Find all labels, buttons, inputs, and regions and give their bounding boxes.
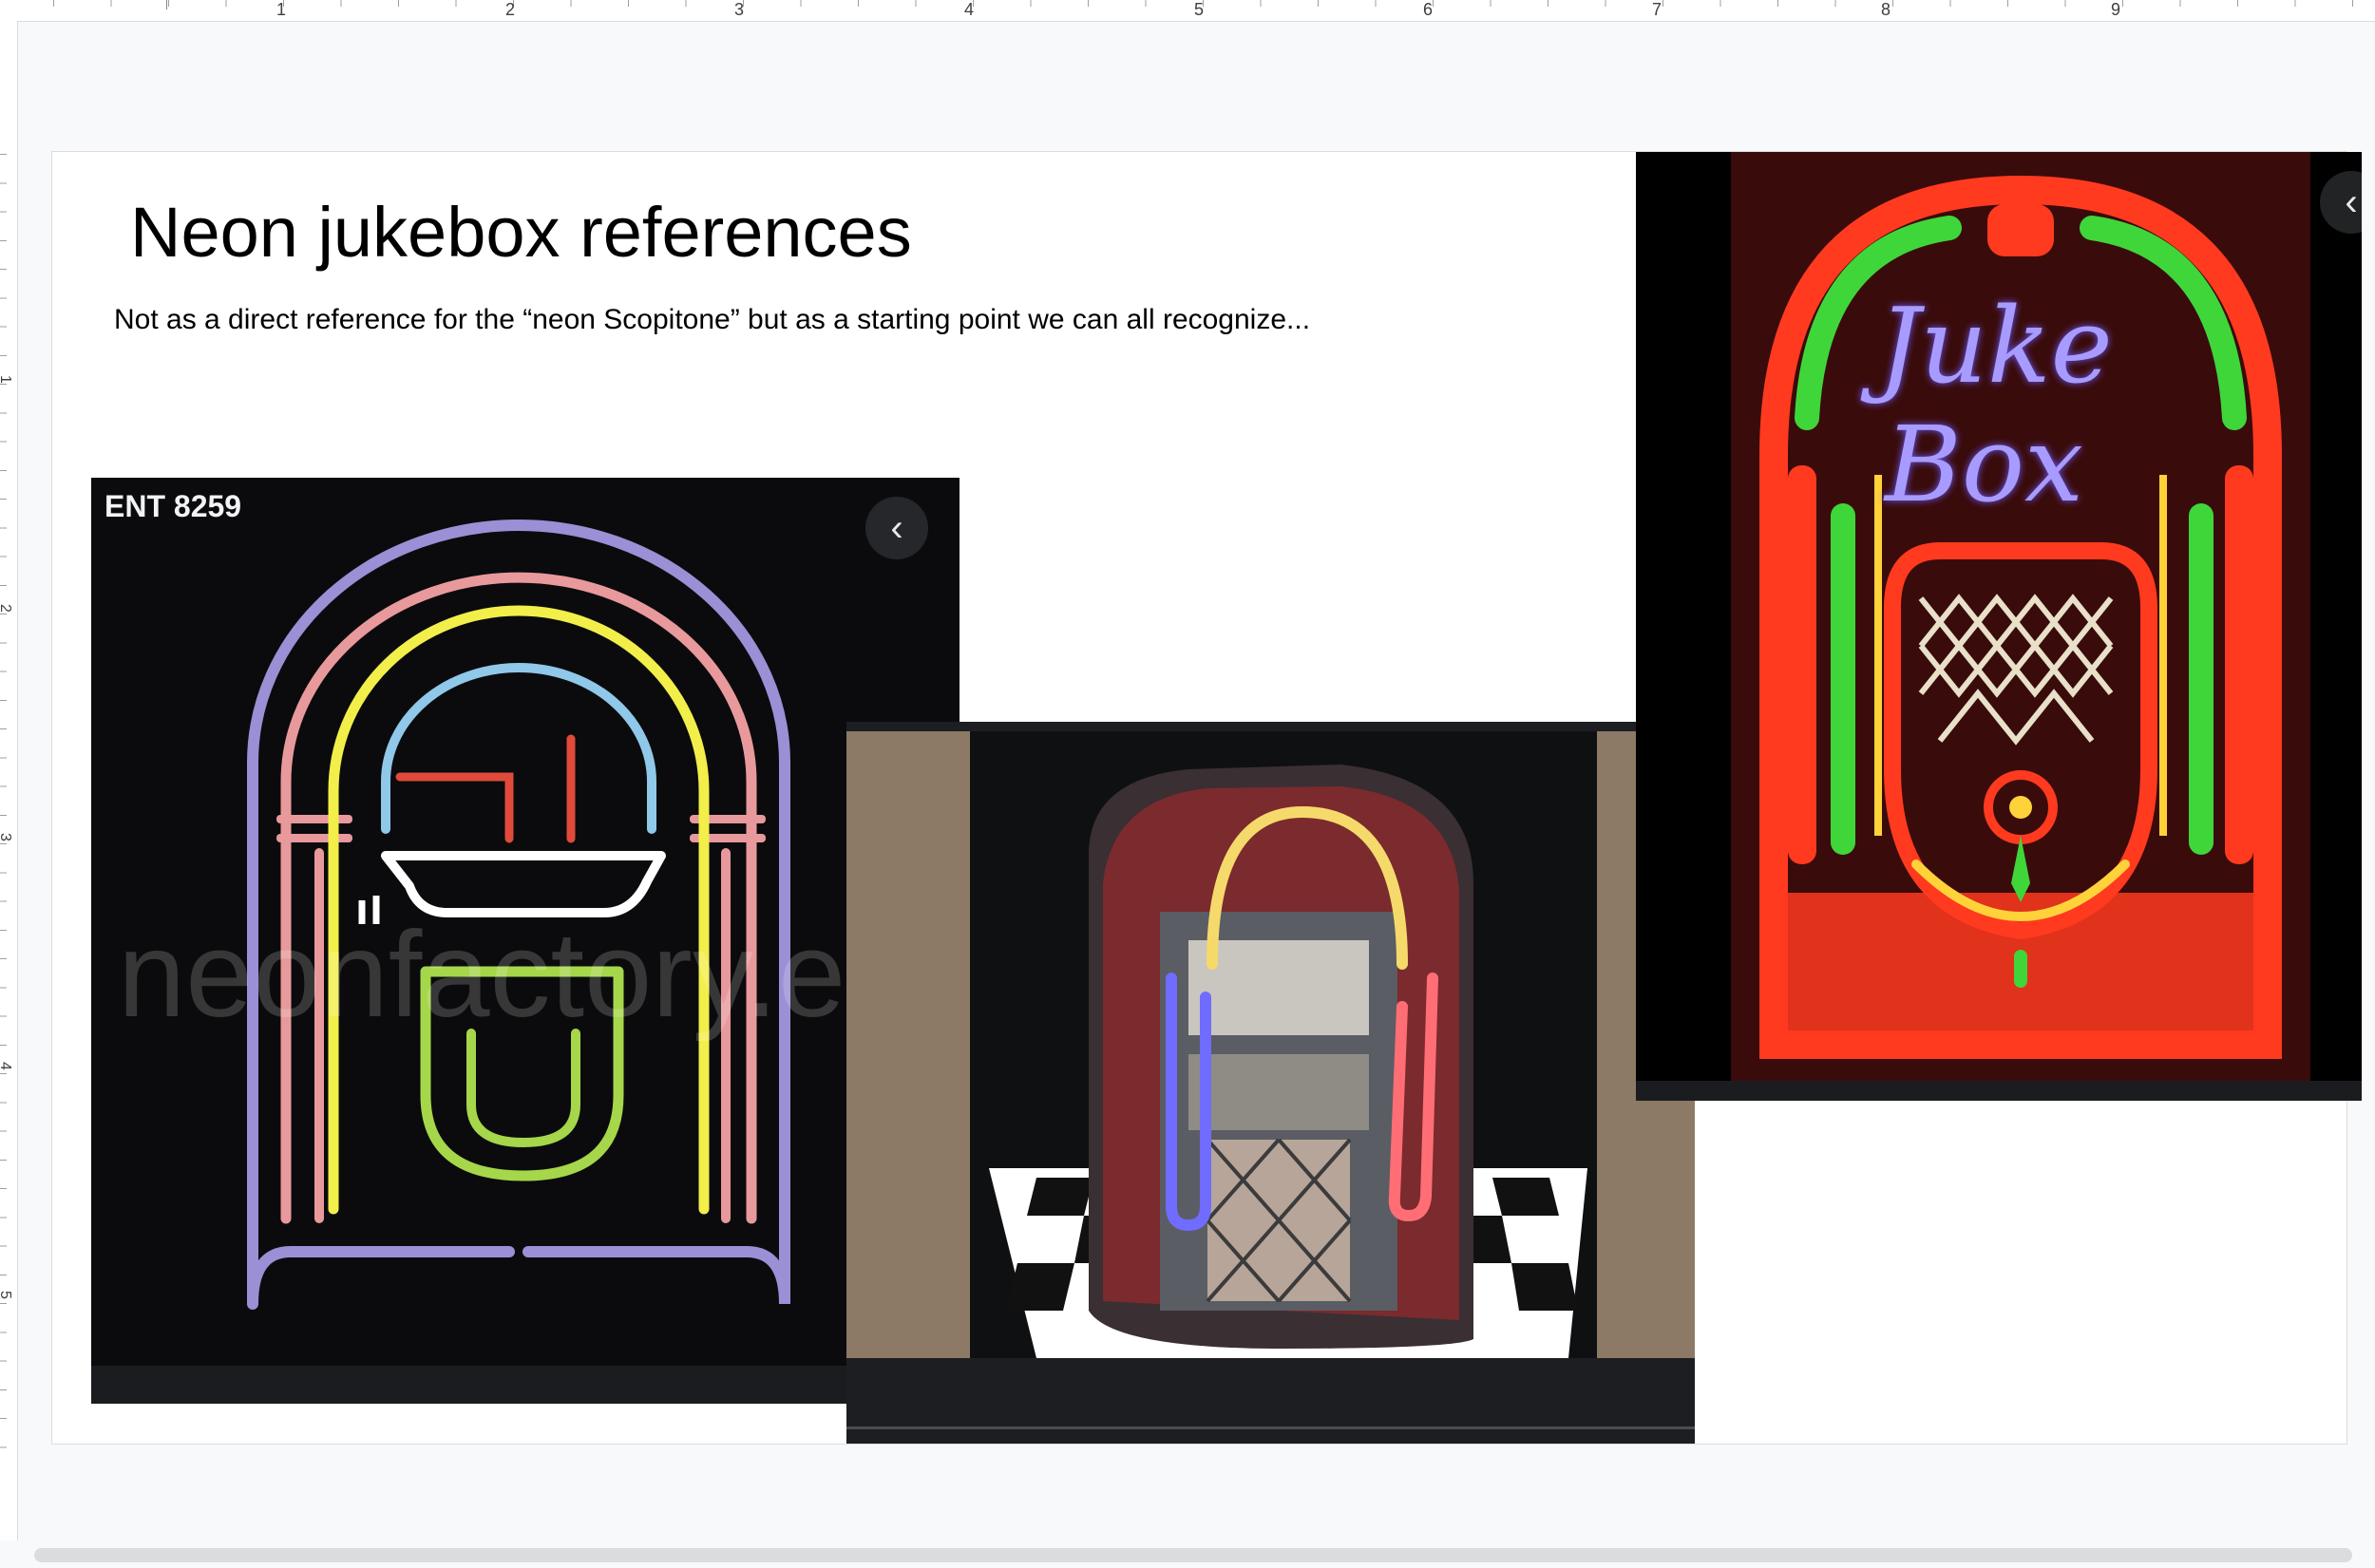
- jukebox-photo-center[interactable]: [846, 722, 1695, 1444]
- ruler-label: 2: [504, 0, 516, 19]
- ruler-ticks: [0, 154, 17, 1464]
- juke-box-neon-sign-image[interactable]: Juke Box ‹: [1636, 152, 2362, 1101]
- slide-subtitle[interactable]: Not as a direct reference for the “neon …: [114, 304, 1310, 336]
- sign-text-box: Box: [1885, 404, 2084, 525]
- slide-title[interactable]: Neon jukebox references: [130, 192, 912, 273]
- neon-jukebox-image-left[interactable]: ENT 8259 neonfactory.e ‹: [91, 478, 960, 1404]
- horizontal-scrollbar[interactable]: [34, 1548, 2352, 1562]
- ruler-label: 1: [276, 0, 287, 19]
- image-label: ENT 8259: [104, 489, 242, 523]
- ruler-ticks: [53, 0, 2375, 21]
- ruler-label: 2: [0, 604, 13, 613]
- ruler-major-tick: [166, 0, 167, 9]
- ruler-label: 6: [1422, 0, 1434, 19]
- horizontal-ruler[interactable]: 1 2 3 4 5 6 7 8 9: [0, 0, 2375, 22]
- ruler-label: 3: [0, 833, 13, 841]
- ruler-label: 5: [1193, 0, 1205, 19]
- vertical-ruler[interactable]: 1 2 3 4 5: [0, 21, 18, 1540]
- chevron-left-icon: ‹: [2345, 181, 2358, 223]
- jukebox-photo-drawing: [846, 731, 1695, 1444]
- sign-text-juke: Juke: [1878, 285, 2113, 406]
- slide-canvas[interactable]: Neon jukebox references Not as a direct …: [52, 152, 2362, 1444]
- ruler-label: 3: [733, 0, 745, 19]
- ruler-label: 8: [1880, 0, 1891, 19]
- ruler-label: 4: [0, 1062, 13, 1070]
- ruler-label: 9: [2110, 0, 2121, 19]
- image-back-button[interactable]: ‹: [865, 497, 928, 559]
- ruler-label: 1: [0, 375, 13, 384]
- chevron-left-icon: ‹: [890, 507, 903, 549]
- ruler-label: 4: [963, 0, 975, 19]
- image-watermark: neonfactory.e: [118, 907, 846, 1043]
- ruler-label: 5: [0, 1291, 13, 1299]
- ruler-label: 7: [1651, 0, 1662, 19]
